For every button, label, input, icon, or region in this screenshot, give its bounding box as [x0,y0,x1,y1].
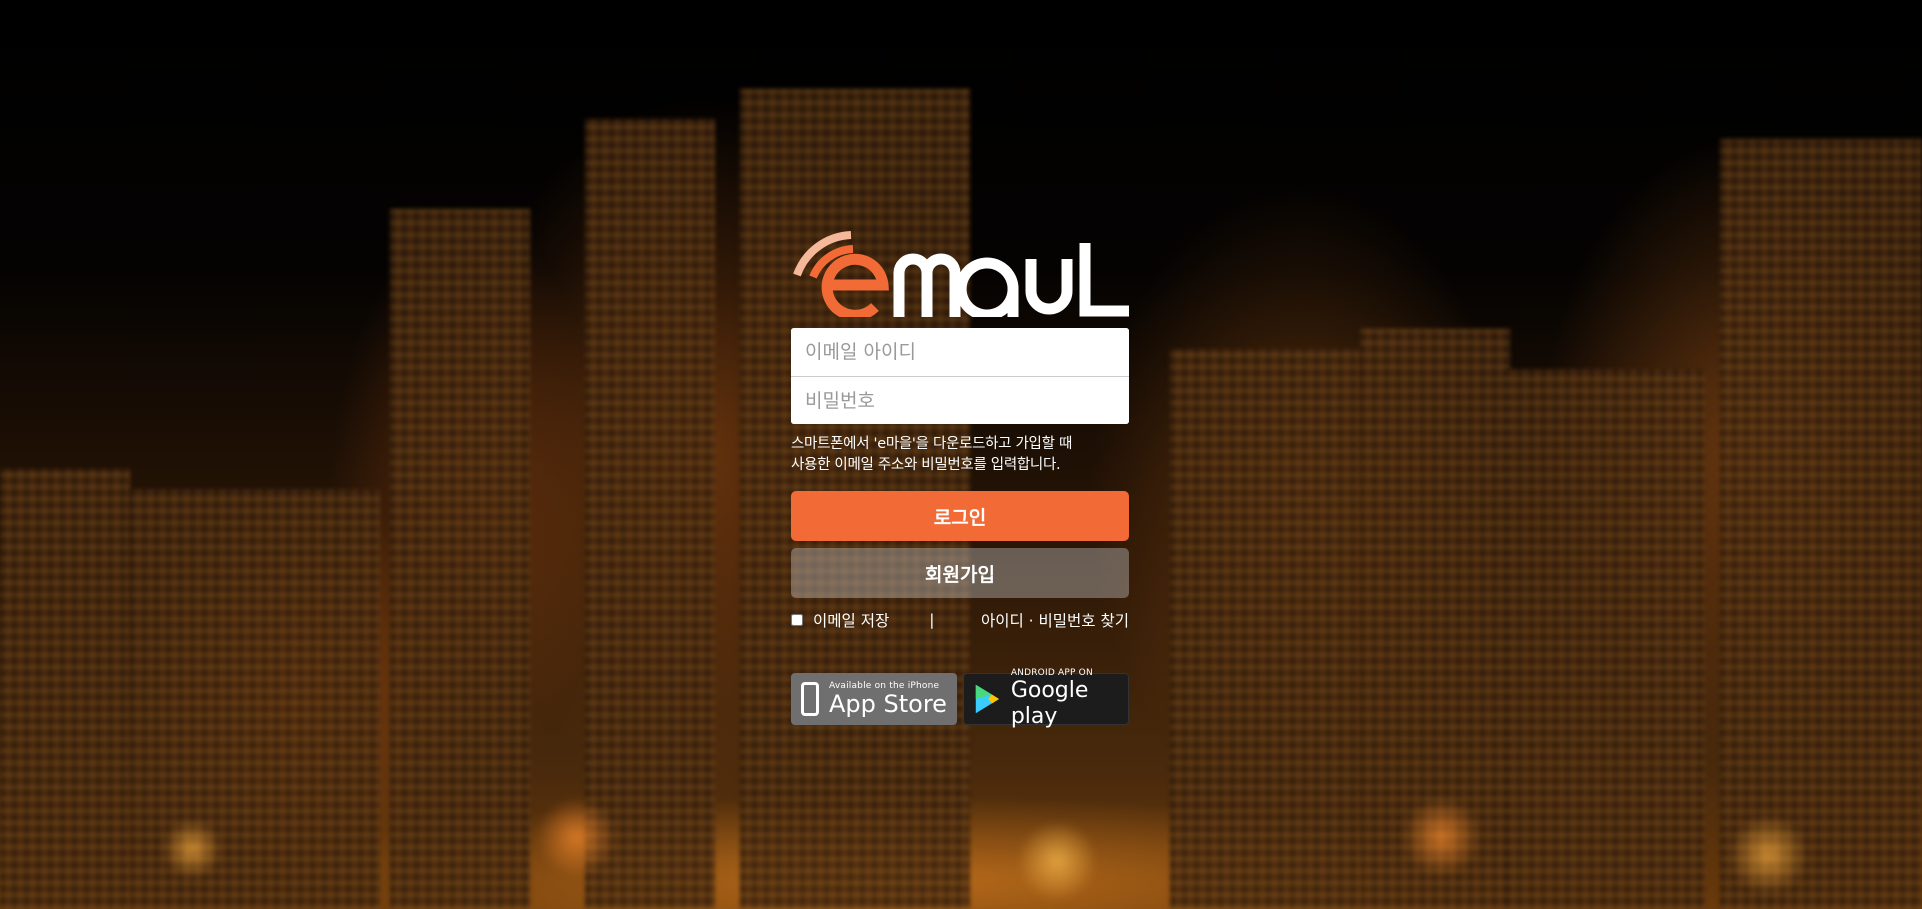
login-button[interactable]: 로그인 [791,491,1129,541]
google-play-badge[interactable]: ANDROID APP ON Google play [963,668,1129,729]
google-play-icon [975,684,1000,714]
email-input[interactable] [791,328,1129,376]
remember-email-checkbox[interactable] [791,614,803,626]
app-store-badge[interactable]: Available on the iPhone App Store [791,673,957,725]
help-line-2: 사용한 이메일 주소와 비밀번호를 입력합니다. [791,457,1061,473]
appstore-large-text: App Store [829,690,947,718]
signup-button[interactable]: 회원가입 [791,548,1129,598]
google-large-text: Google play [1010,678,1089,729]
password-input[interactable] [791,376,1129,424]
login-help-text: 스마트폰에서 'e마을'을 다운로드하고 가입할 때 사용한 이메일 주소와 비… [791,434,1129,476]
separator: | [929,611,935,629]
find-account-link[interactable]: 아이디 · 비밀번호 찾기 [981,609,1129,631]
help-line-1: 스마트폰에서 'e마을'을 다운로드하고 가입할 때 [791,436,1072,452]
iphone-icon [801,682,819,716]
login-panel: 스마트폰에서 'e마을'을 다운로드하고 가입할 때 사용한 이메일 주소와 비… [791,225,1129,729]
remember-email-label[interactable]: 이메일 저장 [813,609,889,631]
emaul-logo [791,225,1129,317]
google-small-text: ANDROID APP ON [1010,668,1093,678]
